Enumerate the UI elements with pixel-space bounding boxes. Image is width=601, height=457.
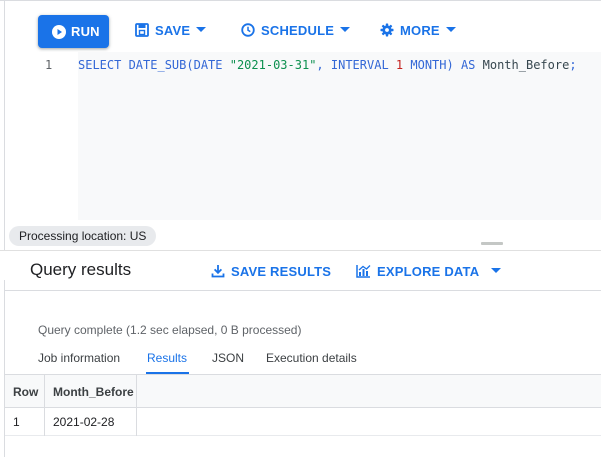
save-button[interactable]: SAVE <box>135 20 207 40</box>
clock-icon <box>241 23 255 37</box>
save-results-label: SAVE RESULTS <box>231 263 332 279</box>
results-title: Query results <box>30 260 132 279</box>
code-token-punct: , <box>316 58 331 72</box>
caret-down-icon <box>445 27 456 32</box>
column-header-row: Row <box>13 385 39 399</box>
code-token-identifier: Month_Before <box>482 58 570 72</box>
caret-down-icon <box>196 27 207 32</box>
tab-json[interactable]: JSON <box>212 351 244 365</box>
explore-data-label: EXPLORE DATA <box>377 263 480 279</box>
save-results-button[interactable]: SAVE RESULTS <box>211 261 337 281</box>
code-token-keyword: MONTH) AS <box>403 58 483 72</box>
save-label: SAVE <box>155 22 191 38</box>
code-token-keyword: SELECT DATE_SUB( <box>78 58 194 72</box>
query-status-message: Query complete (1.2 sec elapsed, 0 B pro… <box>38 323 302 337</box>
chart-icon <box>356 265 371 278</box>
resize-handle[interactable] <box>481 242 503 245</box>
processing-location-chip: Processing location: US <box>9 226 157 246</box>
caret-down-icon <box>491 268 502 273</box>
tab-job-information[interactable]: Job information <box>38 351 120 365</box>
top-border <box>0 0 601 1</box>
editor-gutter <box>5 52 78 220</box>
gear-icon <box>380 23 394 37</box>
column-header-month-before: Month_Before <box>53 385 134 399</box>
code-line[interactable]: SELECT DATE_SUB(DATE "2021-03-31", INTER… <box>78 58 577 72</box>
code-token-keyword: DATE <box>193 58 230 72</box>
caret-down-icon <box>340 27 351 32</box>
run-label: RUN <box>71 24 100 39</box>
column-divider <box>136 375 137 436</box>
save-icon <box>135 23 149 37</box>
download-icon <box>211 265 225 278</box>
line-number: 1 <box>45 58 53 72</box>
play-circle-icon <box>52 24 66 39</box>
results-divider <box>5 290 601 291</box>
query-editor[interactable]: 1 SELECT DATE_SUB(DATE "2021-03-31", INT… <box>0 52 601 220</box>
column-divider <box>44 375 45 436</box>
panel-separator <box>0 250 601 251</box>
cell-row-number: 1 <box>13 415 20 429</box>
code-token-keyword: INTERVAL <box>330 58 396 72</box>
code-token-punct: ; <box>569 58 577 72</box>
run-button[interactable]: RUN <box>38 15 109 48</box>
tab-execution-details[interactable]: Execution details <box>266 351 357 365</box>
explore-data-button[interactable]: EXPLORE DATA <box>356 261 502 281</box>
cell-month-before: 2021-02-28 <box>53 415 115 429</box>
schedule-button[interactable]: SCHEDULE <box>241 20 351 40</box>
code-token-string: "2021-03-31" <box>229 58 317 72</box>
tab-results[interactable]: Results <box>147 351 187 365</box>
more-button[interactable]: MORE <box>380 20 456 40</box>
schedule-label: SCHEDULE <box>261 22 335 38</box>
more-label: MORE <box>400 22 440 38</box>
editor-code-area[interactable] <box>78 52 601 220</box>
